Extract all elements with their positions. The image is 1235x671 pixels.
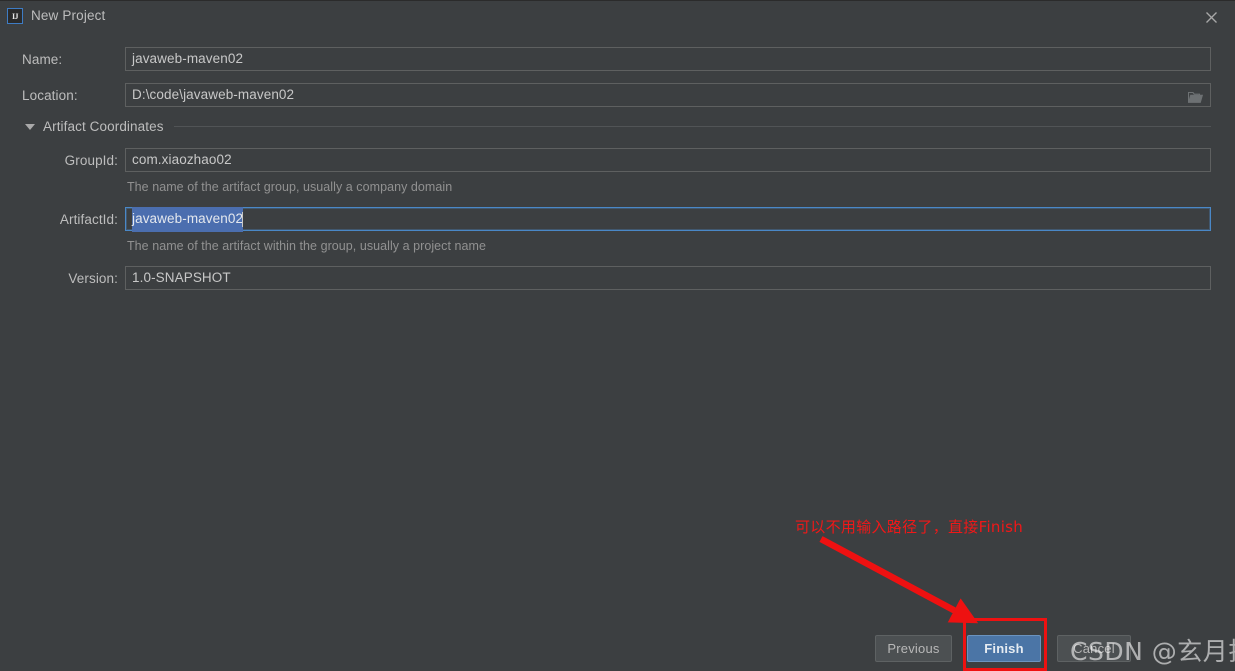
artifactid-label: ArtifactId: xyxy=(59,211,118,227)
name-input-value: javaweb-maven02 xyxy=(132,51,244,66)
cancel-button-label: Cancel xyxy=(1073,641,1115,656)
groupid-input-value: com.xiaozhao02 xyxy=(132,152,232,167)
version-label-row: Version: xyxy=(22,266,118,290)
name-input[interactable]: javaweb-maven02 xyxy=(125,47,1211,71)
title-bar: IJ New Project xyxy=(0,1,1235,31)
cancel-button[interactable]: Cancel xyxy=(1057,635,1131,662)
location-label-row: Location: xyxy=(22,83,118,107)
name-label: Name: xyxy=(22,51,63,67)
artifactid-label-row: ArtifactId: xyxy=(22,207,118,231)
previous-button[interactable]: Previous xyxy=(875,635,952,662)
artifactid-input[interactable]: javaweb-maven02 xyxy=(125,206,1211,232)
name-label-row: Name: xyxy=(22,47,118,71)
groupid-label: GroupId: xyxy=(64,152,118,168)
finish-button[interactable]: Finish xyxy=(967,635,1041,662)
groupid-hint: The name of the artifact group, usually … xyxy=(127,180,453,194)
groupid-input[interactable]: com.xiaozhao02 xyxy=(125,148,1211,172)
close-icon[interactable] xyxy=(1201,7,1221,27)
version-input[interactable]: 1.0-SNAPSHOT xyxy=(125,266,1211,290)
groupid-label-row: GroupId: xyxy=(22,148,118,172)
artifact-coordinates-section-header[interactable]: Artifact Coordinates xyxy=(25,119,1211,134)
folder-icon[interactable] xyxy=(1187,89,1204,103)
new-project-dialog: IJ New Project Name: javaweb-maven02 Loc… xyxy=(0,0,1235,671)
location-input[interactable]: D:\code\javaweb-maven02 xyxy=(125,83,1211,107)
artifactid-input-value: javaweb-maven02 xyxy=(132,206,244,232)
location-input-value: D:\code\javaweb-maven02 xyxy=(132,87,295,102)
artifactid-hint: The name of the artifact within the grou… xyxy=(127,239,486,253)
finish-button-label: Finish xyxy=(984,641,1024,656)
version-label: Version: xyxy=(68,270,118,286)
version-input-value: 1.0-SNAPSHOT xyxy=(132,270,231,285)
previous-button-label: Previous xyxy=(887,641,940,656)
chevron-down-icon xyxy=(25,124,35,130)
text-caret xyxy=(242,211,244,227)
section-divider xyxy=(173,126,1211,127)
window-title: New Project xyxy=(31,8,106,23)
artifact-coordinates-title: Artifact Coordinates xyxy=(43,119,164,134)
intellij-idea-icon: IJ xyxy=(7,8,23,24)
location-label: Location: xyxy=(22,87,78,103)
